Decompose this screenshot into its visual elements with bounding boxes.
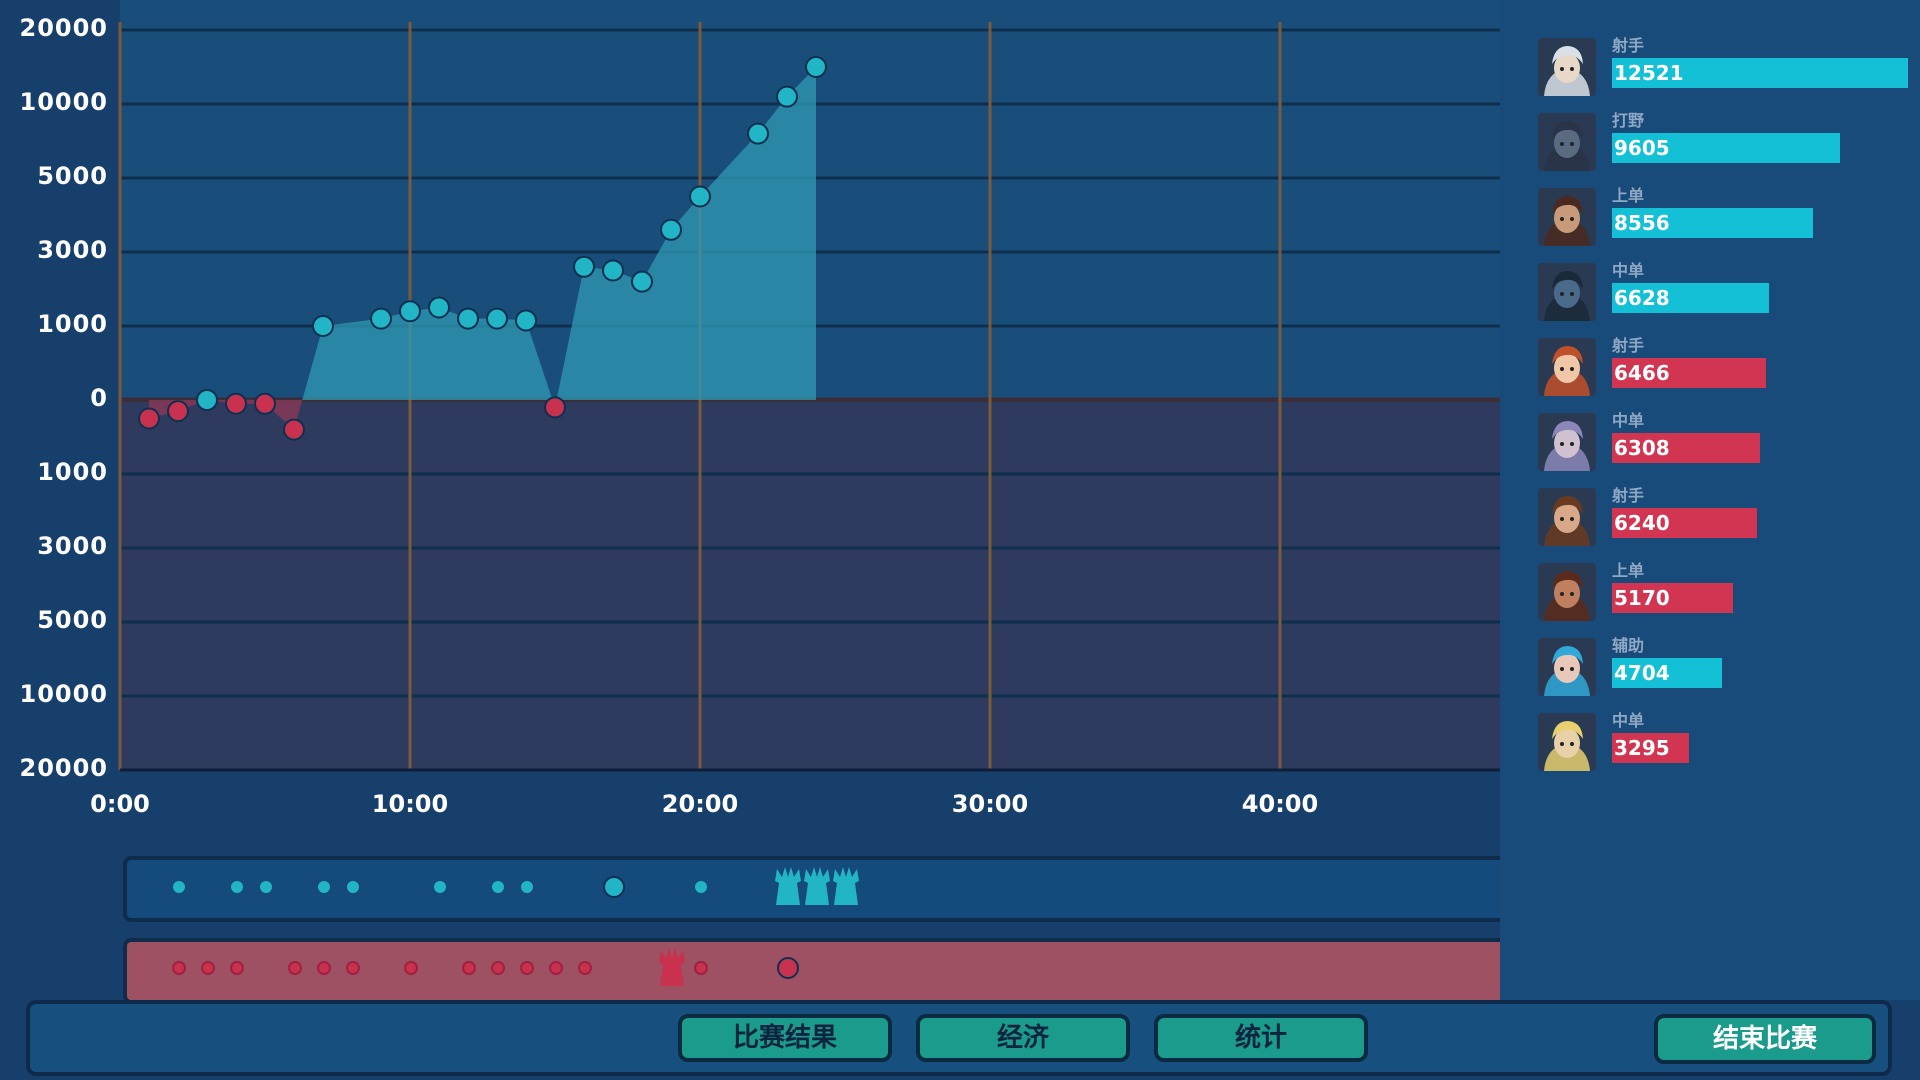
data-point (660, 218, 682, 241)
player-gold-value: 6628 (1614, 286, 1670, 310)
player-gold-value: 4704 (1614, 661, 1670, 685)
data-point (602, 259, 624, 282)
armored-knight-avatar (1538, 113, 1596, 171)
player-row[interactable]: 射手 6240 (1538, 486, 1918, 550)
player-gold-bar: 4704 (1612, 658, 1722, 688)
player-gold-value: 3295 (1614, 736, 1670, 760)
data-point (573, 255, 595, 278)
player-role-label: 上单 (1612, 186, 1645, 205)
player-role-label: 中单 (1612, 261, 1645, 280)
y-tick-label: 20000 (19, 14, 108, 42)
player-role-label: 打野 (1612, 111, 1645, 130)
player-role-label: 中单 (1612, 411, 1645, 430)
end-match-button[interactable]: 结束比赛 (1654, 1014, 1876, 1064)
player-row[interactable]: 上单 8556 (1538, 186, 1918, 250)
blonde-horned-avatar (1538, 713, 1596, 771)
data-point (283, 418, 305, 441)
player-gold-value: 9605 (1614, 136, 1670, 160)
data-point (544, 396, 566, 419)
x-tick-label: 40:00 (1241, 790, 1319, 818)
mech-helmet-avatar (1538, 263, 1596, 321)
player-gold-value: 6308 (1614, 436, 1670, 460)
gold-difference-chart (0, 0, 1500, 840)
player-role-label: 射手 (1612, 36, 1645, 55)
player-role-label: 中单 (1612, 711, 1645, 730)
data-point (138, 407, 160, 430)
y-tick-label: 0 (90, 384, 108, 412)
player-role-label: 射手 (1612, 336, 1645, 355)
y-tick-label: 3000 (37, 532, 108, 560)
player-row[interactable]: 射手 12521 (1538, 36, 1918, 100)
player-row[interactable]: 打野 9605 (1538, 111, 1918, 175)
y-tick-label: 1000 (37, 458, 108, 486)
player-gold-value: 6240 (1614, 511, 1670, 535)
player-gold-bar: 5170 (1612, 583, 1733, 613)
y-tick-label: 5000 (37, 606, 108, 634)
data-point (196, 389, 218, 411)
x-tick-label: 10:00 (371, 790, 449, 818)
player-gold-value: 12521 (1614, 61, 1684, 85)
player-row[interactable]: 上单 5170 (1538, 561, 1918, 625)
player-gold-bar: 3295 (1612, 733, 1689, 763)
data-point (515, 309, 537, 332)
player-gold-value: 5170 (1614, 586, 1670, 610)
data-point (747, 122, 769, 145)
y-tick-label: 1000 (37, 310, 108, 338)
player-gold-bar: 12521 (1612, 58, 1908, 88)
player-role-label: 射手 (1612, 486, 1645, 505)
player-gold-bar: 6628 (1612, 283, 1769, 313)
player-role-label: 辅助 (1612, 636, 1645, 655)
blue-hair-support-avatar (1538, 638, 1596, 696)
player-gold-bar: 9605 (1612, 133, 1840, 163)
match-result-button[interactable]: 比赛结果 (678, 1014, 892, 1062)
data-point (167, 400, 189, 423)
data-point (486, 307, 508, 330)
x-tick-label: 30:00 (951, 790, 1029, 818)
player-row[interactable]: 射手 6466 (1538, 336, 1918, 400)
player-row[interactable]: 中单 6308 (1538, 411, 1918, 475)
data-point (457, 307, 479, 330)
x-tick-label: 20:00 (661, 790, 739, 818)
match-summary-screen: 20000 10000 5000 3000 1000 0 1000 3000 5000 10000… (0, 0, 1920, 1080)
stats-button[interactable]: 统计 (1154, 1014, 1368, 1062)
chart-bottom-background (120, 397, 1500, 769)
player-gold-bar: 6308 (1612, 433, 1760, 463)
data-point (312, 315, 334, 337)
player-gold-bar: 8556 (1612, 208, 1813, 238)
player-row[interactable]: 中单 3295 (1538, 711, 1918, 775)
data-point (370, 307, 392, 330)
economy-button[interactable]: 经济 (916, 1014, 1130, 1062)
y-tick-label: 20000 (19, 754, 108, 782)
y-tick-label: 3000 (37, 236, 108, 264)
data-point (225, 392, 247, 415)
y-tick-label: 10000 (19, 88, 108, 116)
y-tick-label: 10000 (19, 680, 108, 708)
player-gold-bar: 6466 (1612, 358, 1766, 388)
player-gold-value: 8556 (1614, 211, 1670, 235)
redhead-girl-avatar (1538, 338, 1596, 396)
red-bandana-warrior-avatar (1538, 188, 1596, 246)
player-row[interactable]: 辅助 4704 (1538, 636, 1918, 700)
bearded-warrior-avatar (1538, 563, 1596, 621)
data-point (805, 56, 827, 78)
data-point (631, 270, 653, 293)
player-role-label: 上单 (1612, 561, 1645, 580)
player-gold-bar: 6240 (1612, 508, 1757, 538)
elf-archer-avatar (1538, 38, 1596, 96)
y-tick-label: 5000 (37, 162, 108, 190)
x-tick-label: 0:00 (90, 790, 150, 818)
silver-hair-mage-avatar (1538, 413, 1596, 471)
brown-hair-hunter-avatar (1538, 488, 1596, 546)
data-point (254, 392, 276, 415)
data-point (689, 185, 711, 208)
data-point (428, 296, 450, 319)
chart-left-background (0, 0, 120, 840)
red-team-timeline (123, 938, 1504, 1004)
player-row[interactable]: 中单 6628 (1538, 261, 1918, 325)
player-gold-value: 6466 (1614, 361, 1670, 385)
data-point (776, 85, 798, 108)
blue-team-timeline (123, 856, 1504, 922)
data-point (399, 300, 421, 323)
